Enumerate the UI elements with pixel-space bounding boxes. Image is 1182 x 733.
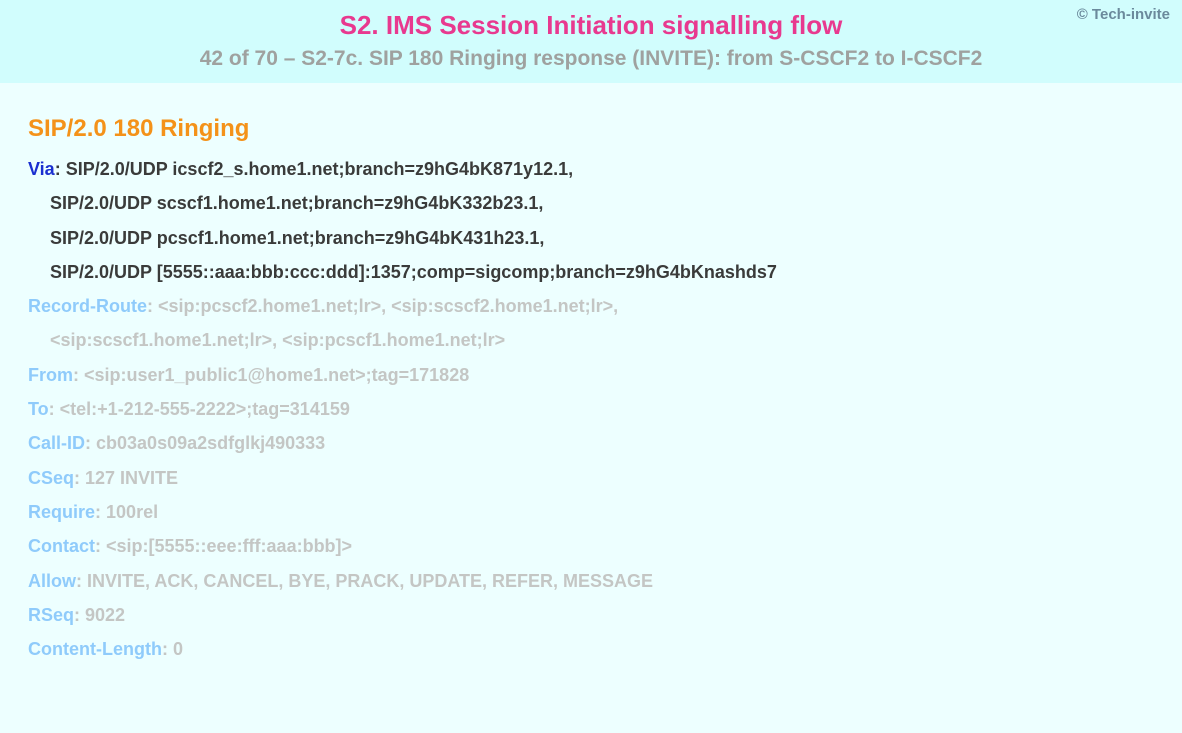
separator: :	[95, 502, 106, 522]
header-label: Via	[28, 159, 55, 179]
separator: :	[74, 468, 85, 488]
header-call-id: Call-ID: cb03a0s09a2sdfglkj490333	[28, 431, 1154, 455]
header-allow: Allow: INVITE, ACK, CANCEL, BYE, PRACK, …	[28, 569, 1154, 593]
header-require: Require: 100rel	[28, 500, 1154, 524]
header-from: From: <sip:user1_public1@home1.net>;tag=…	[28, 363, 1154, 387]
header-label: Allow	[28, 571, 76, 591]
header-via-cont: SIP/2.0/UDP pcscf1.home1.net;branch=z9hG…	[28, 226, 1154, 250]
separator: :	[76, 571, 87, 591]
header-record-route: Record-Route: <sip:pcscf2.home1.net;lr>,…	[28, 294, 1154, 318]
header-label: CSeq	[28, 468, 74, 488]
separator: :	[95, 536, 106, 556]
header-record-route-cont: <sip:scscf1.home1.net;lr>, <sip:pcscf1.h…	[28, 328, 1154, 352]
copyright-text: © Tech-invite	[1077, 6, 1170, 23]
header-via: Via: SIP/2.0/UDP icscf2_s.home1.net;bran…	[28, 157, 1154, 181]
header-via-cont: SIP/2.0/UDP [5555::aaa:bbb:ccc:ddd]:1357…	[28, 260, 1154, 284]
page-title: S2. IMS Session Initiation signalling fl…	[20, 10, 1162, 41]
separator: :	[49, 399, 60, 419]
separator: :	[74, 605, 85, 625]
header-label: Require	[28, 502, 95, 522]
header-cseq: CSeq: 127 INVITE	[28, 466, 1154, 490]
header-rseq: RSeq: 9022	[28, 603, 1154, 627]
header-via-cont: SIP/2.0/UDP scscf1.home1.net;branch=z9hG…	[28, 191, 1154, 215]
separator: :	[55, 159, 66, 179]
header-contact: Contact: <sip:[5555::eee:fff:aaa:bbb]>	[28, 534, 1154, 558]
header-label: Record-Route	[28, 296, 147, 316]
header-value: <sip:pcscf2.home1.net;lr>, <sip:scscf2.h…	[158, 296, 618, 316]
header-label: Contact	[28, 536, 95, 556]
header-value: 100rel	[106, 502, 158, 522]
header-value: <tel:+1-212-555-2222>;tag=314159	[60, 399, 350, 419]
separator: :	[147, 296, 158, 316]
page-subtitle: 42 of 70 – S2-7c. SIP 180 Ringing respon…	[20, 47, 1162, 71]
header-label: From	[28, 365, 73, 385]
header-value: <sip:user1_public1@home1.net>;tag=171828	[84, 365, 469, 385]
header-label: To	[28, 399, 49, 419]
header-value: cb03a0s09a2sdfglkj490333	[96, 433, 325, 453]
header-label: Content-Length	[28, 639, 162, 659]
header-value: 0	[173, 639, 183, 659]
header-label: RSeq	[28, 605, 74, 625]
header-to: To: <tel:+1-212-555-2222>;tag=314159	[28, 397, 1154, 421]
separator: :	[73, 365, 84, 385]
header-content-length: Content-Length: 0	[28, 637, 1154, 661]
header-value: INVITE, ACK, CANCEL, BYE, PRACK, UPDATE,…	[87, 571, 653, 591]
sip-message-block: SIP/2.0 180 Ringing Via: SIP/2.0/UDP ics…	[0, 83, 1182, 691]
header-value: <sip:[5555::eee:fff:aaa:bbb]>	[106, 536, 352, 556]
sip-status-line: SIP/2.0 180 Ringing	[28, 115, 1154, 143]
header-value: SIP/2.0/UDP icscf2_s.home1.net;branch=z9…	[66, 159, 573, 179]
header-label: Call-ID	[28, 433, 85, 453]
header-value: 127 INVITE	[85, 468, 178, 488]
separator: :	[85, 433, 96, 453]
header-value: 9022	[85, 605, 125, 625]
header-bar: © Tech-invite S2. IMS Session Initiation…	[0, 0, 1182, 83]
separator: :	[162, 639, 173, 659]
